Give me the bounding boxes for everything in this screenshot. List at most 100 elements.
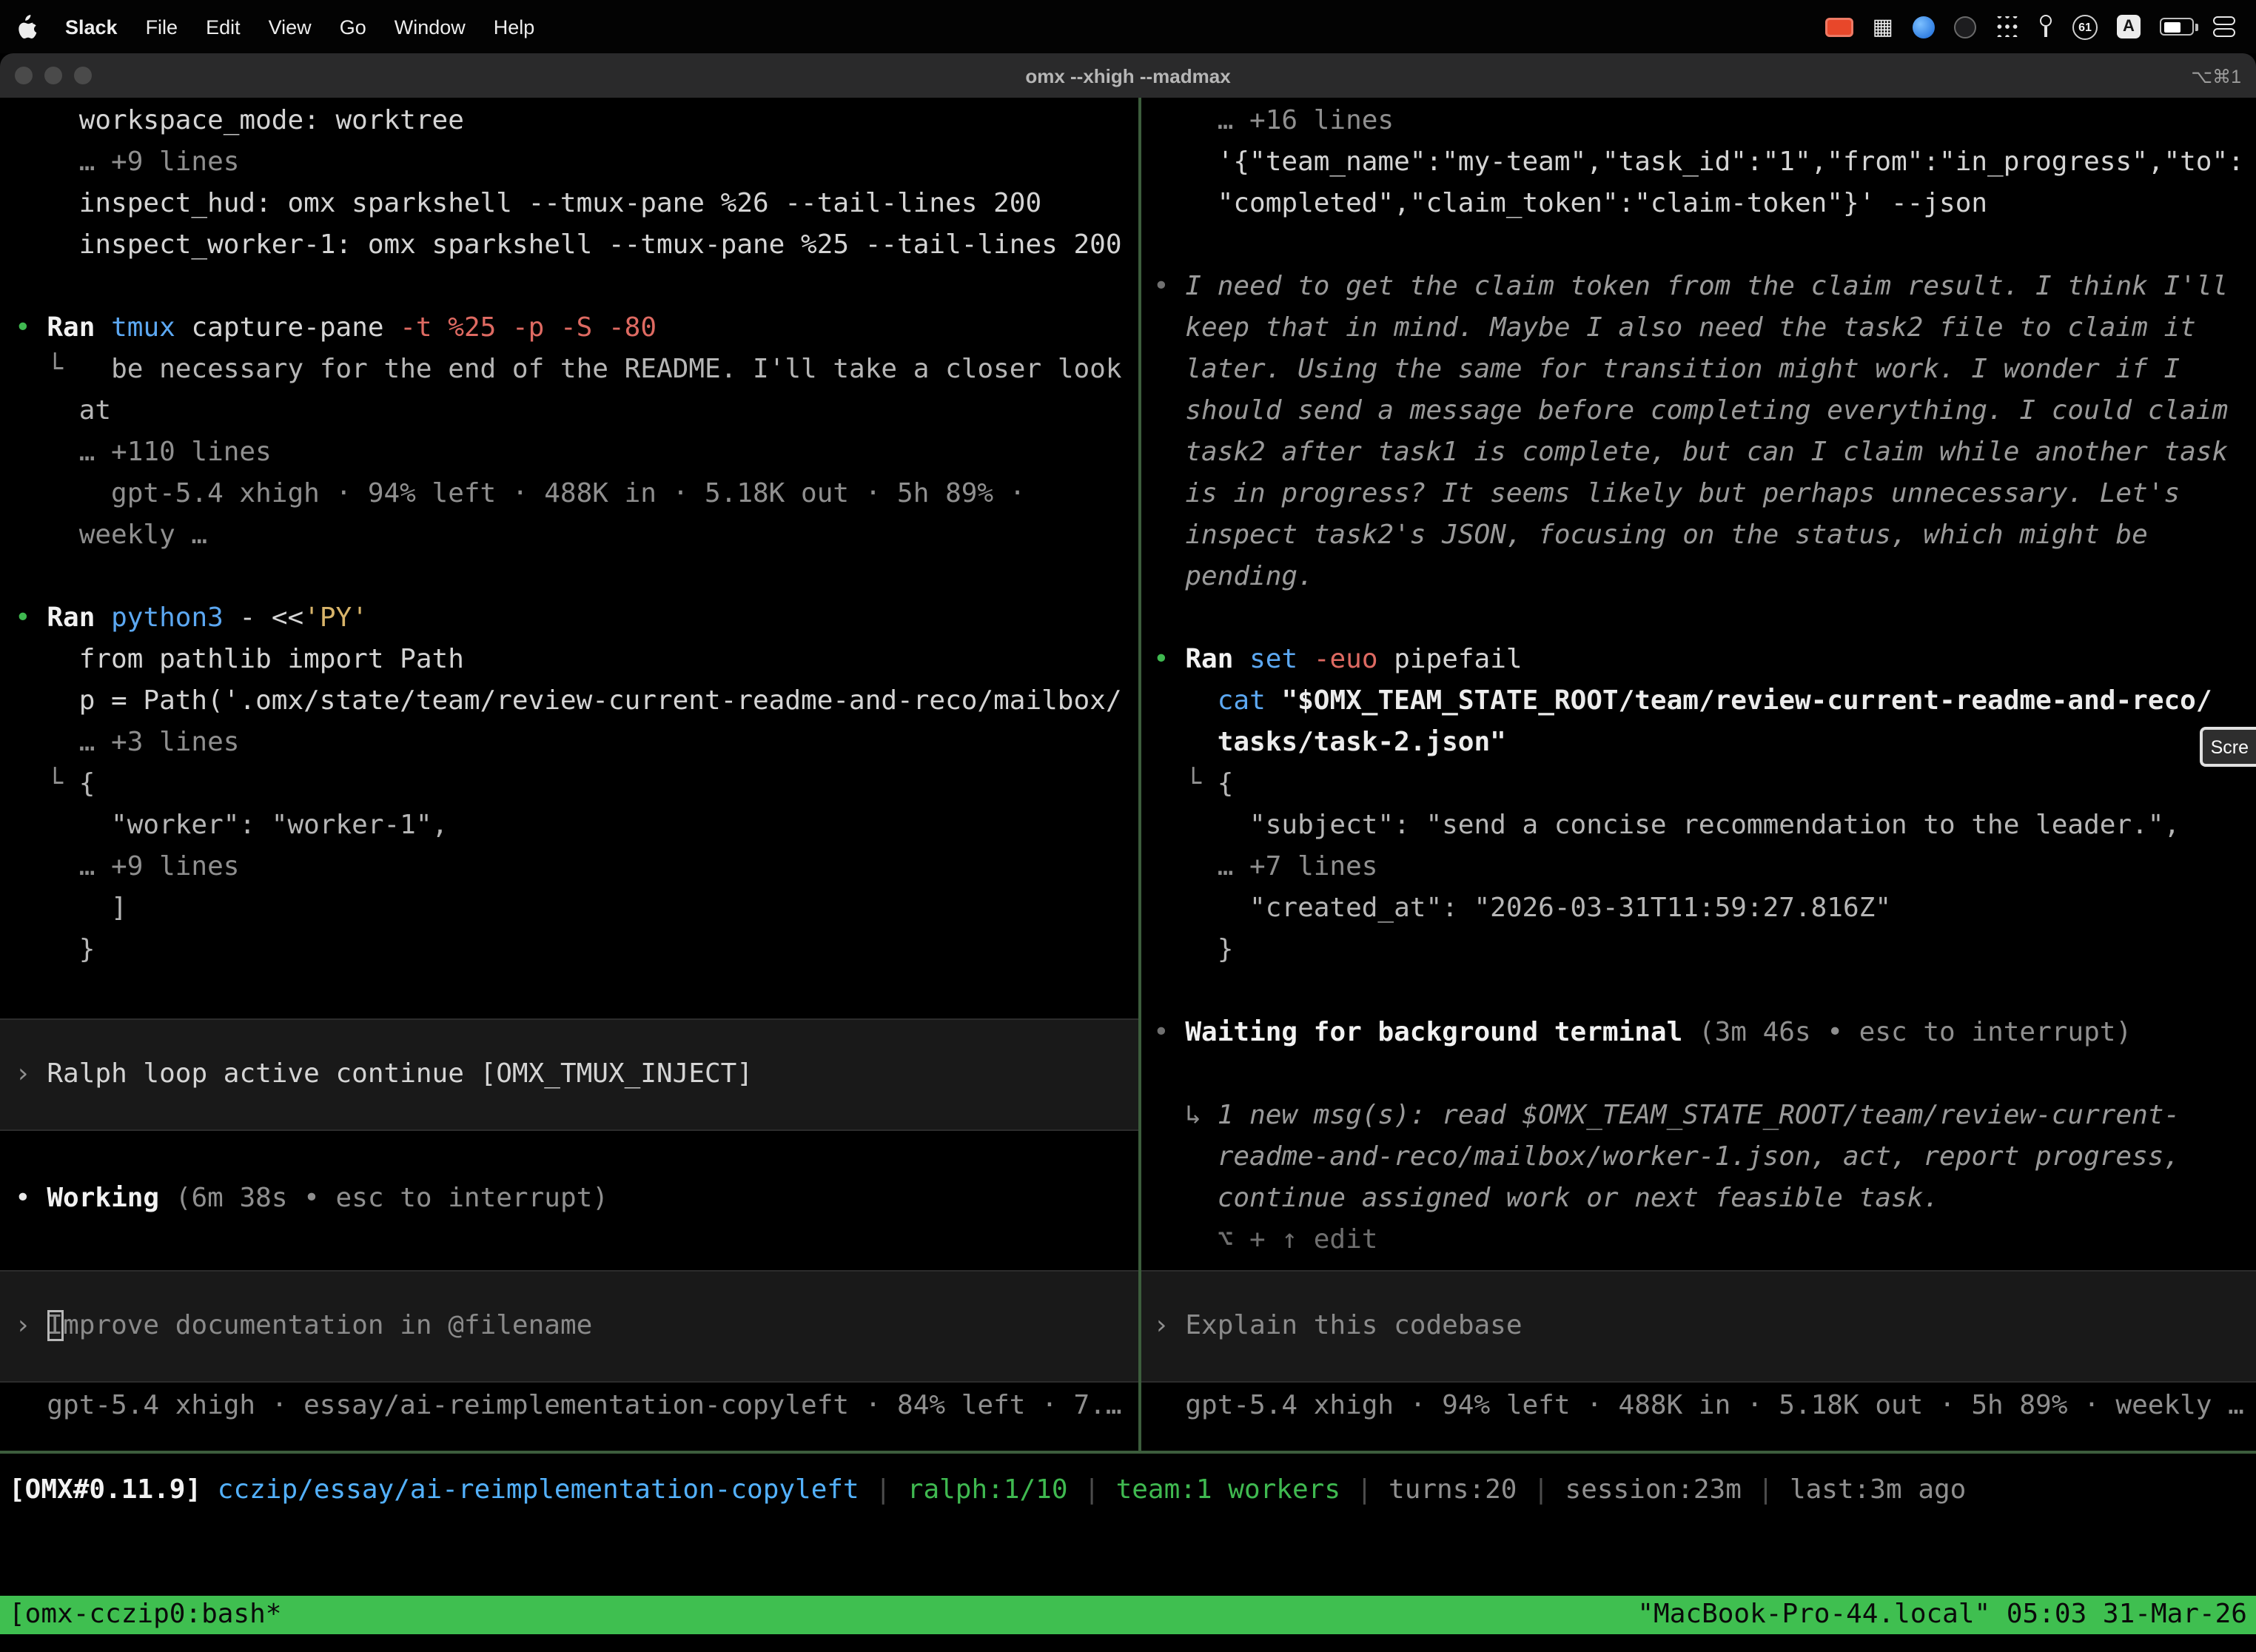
terminal-line: inspect_hud: omx sparkshell --tmux-pane …	[15, 184, 1138, 225]
scrollback-right: … +16 lines '{"team_name":"my-team","tas…	[1141, 101, 2256, 1261]
grid-icon[interactable]: ▦	[1873, 16, 1893, 38]
text-segment: }	[15, 934, 95, 965]
text-segment: Working	[47, 1183, 175, 1214]
text-segment: … +16 lines	[1153, 105, 1394, 136]
text-segment: '{"team_name":"my-team","task_id":"1","f…	[1153, 147, 2244, 178]
menu-item-slack[interactable]: Slack	[65, 16, 118, 38]
text-segment: ↳	[1153, 1100, 1218, 1131]
menu-bar: Slack File Edit View Go Window Help ▦ 61…	[0, 0, 2256, 53]
terminal-line: • Ran tmux capture-pane -t %25 -p -S -80	[15, 308, 1138, 349]
menu-bar-status-icons: ▦ 61 A	[1825, 14, 2235, 39]
menu-item-view[interactable]: View	[269, 16, 312, 38]
inject-banner: › Ralph loop active continue [OMX_TMUX_I…	[0, 1018, 1138, 1131]
key-icon[interactable]	[2038, 15, 2053, 38]
pane-right[interactable]: … +16 lines '{"team_name":"my-team","tas…	[1141, 98, 2256, 1451]
text-segment: inspect_worker-1: omx sparkshell --tmux-…	[15, 229, 1122, 261]
menu-bar-left: Slack File Edit View Go Window Help	[18, 15, 534, 38]
text-segment: |	[1742, 1474, 1790, 1505]
menu-item-window[interactable]: Window	[395, 16, 466, 38]
terminal-line: … +110 lines	[15, 432, 1138, 474]
close-button[interactable]	[15, 67, 33, 84]
input-source-icon[interactable]: A	[2117, 15, 2141, 38]
text-segment: -t %25 -p -S -80	[400, 312, 657, 343]
minimize-button[interactable]	[44, 67, 62, 84]
text-segment: python3	[111, 602, 224, 634]
menu-item-edit[interactable]: Edit	[206, 16, 241, 38]
menu-item-go[interactable]: Go	[340, 16, 366, 38]
terminal-line: • Waiting for background terminal (3m 46…	[1153, 1013, 2256, 1054]
text-segment: ralph:1/10	[907, 1474, 1068, 1505]
text-segment: |	[859, 1474, 907, 1505]
text-segment: |	[1340, 1474, 1389, 1505]
terminal-line: … +16 lines	[1153, 101, 2256, 142]
window-shortcut-hint: ⌥⌘1	[2191, 64, 2241, 87]
text-segment: [OMX#0.11.9]	[9, 1474, 218, 1505]
prompt-suggestion[interactable]: › Explain this codebase	[1141, 1270, 2256, 1383]
text-segment: •	[15, 312, 47, 343]
terminal-line	[1153, 971, 2256, 1013]
prompt-input[interactable]: › Improve documentation in @filename	[0, 1270, 1138, 1383]
dots-grid-icon[interactable]	[1995, 16, 2019, 37]
text-segment: gpt-5.4 xhigh · 94% left · 488K in · 5.1…	[15, 478, 1025, 509]
text-segment: inspect task2's JSON, focusing on the st…	[1153, 520, 2148, 551]
apple-menu[interactable]	[18, 15, 37, 38]
terminal-line: weekly …	[15, 515, 1138, 557]
battery-nub	[2195, 23, 2198, 30]
text-segment: - <<	[224, 602, 303, 634]
terminal-line: ]	[15, 888, 1138, 930]
prompt-input-text: › Improve documentation in @filename	[15, 1306, 592, 1347]
text-segment: I need to get the claim token from the c…	[1185, 271, 2228, 302]
text-segment: Waiting for background terminal	[1185, 1017, 1699, 1048]
terminal-line: from pathlib import Path	[15, 639, 1138, 681]
battery-fill	[2163, 21, 2180, 32]
text-segment: from pathlib import Path	[15, 644, 464, 675]
text-segment: ⌥ + ↑ edit	[1153, 1224, 1377, 1255]
blue-app-icon[interactable]	[1913, 16, 1935, 38]
text-segment: p = Path('.omx/state/team/review-current…	[15, 685, 1122, 716]
text-segment: "subject": "send a concise recommendatio…	[1153, 810, 2180, 841]
dark-app-icon[interactable]	[1954, 16, 1976, 38]
text-segment: be necessary for the end of the README. …	[111, 354, 1121, 385]
text-segment: keep that in mind. Maybe I also need the…	[1153, 312, 2196, 343]
terminal-line: • I need to get the claim token from the…	[1153, 266, 2256, 308]
text-segment: ]	[15, 893, 127, 924]
text-segment: ›	[15, 1310, 47, 1341]
text-segment: task2 after task1 is complete, but can I…	[1153, 437, 2228, 468]
toggle-pill	[2213, 29, 2235, 37]
key-head	[2040, 15, 2052, 27]
terminal-line: '{"team_name":"my-team","task_id":"1","f…	[1153, 142, 2256, 184]
text-segment: gpt-5.4 xhigh · 94% left · 488K in · 5.1…	[1153, 1390, 2244, 1421]
title-bar[interactable]: omx --xhigh --madmax ⌥⌘1	[0, 53, 2256, 98]
text-segment: tmux	[111, 312, 191, 343]
terminal-line: continue assigned work or next feasible …	[1153, 1178, 2256, 1220]
text-segment	[1153, 685, 1218, 716]
terminal-line: "subject": "send a concise recommendatio…	[1153, 805, 2256, 847]
terminal-line: p = Path('.omx/state/team/review-current…	[15, 681, 1138, 722]
text-segment: weekly …	[15, 520, 207, 551]
battery-percent-badge[interactable]: 61	[2072, 14, 2098, 39]
terminal-line: tasks/task-2.json"	[1153, 722, 2256, 764]
text-segment: "$OMX_TEAM_STATE_ROOT/team/review-curren…	[1281, 685, 2212, 716]
text-segment: team:1 workers	[1116, 1474, 1340, 1505]
inject-banner-text: › Ralph loop active continue [OMX_TMUX_I…	[15, 1054, 753, 1095]
zoom-button[interactable]	[74, 67, 92, 84]
traffic-lights	[15, 53, 92, 98]
text-segment: }	[1153, 934, 1233, 965]
menu-item-file[interactable]: File	[146, 16, 178, 38]
text-segment: "created_at": "2026-03-31T11:59:27.816Z"	[1153, 893, 1891, 924]
control-center-icon[interactable]	[2213, 17, 2235, 37]
terminal-line	[1153, 1054, 2256, 1095]
text-segment: readme-and-reco/mailbox/worker-1.json, a…	[1153, 1141, 2180, 1172]
apple-logo	[18, 15, 37, 38]
text-segment: ›	[1153, 1310, 1185, 1341]
pane-left[interactable]: workspace_mode: worktree … +9 lines insp…	[0, 98, 1138, 1451]
screen-recording-icon[interactable]	[1825, 17, 1853, 36]
menu-item-help[interactable]: Help	[494, 16, 535, 38]
working-status: • Working (6m 38s • esc to interrupt)	[0, 1178, 1138, 1220]
battery-icon[interactable]	[2160, 18, 2194, 36]
tmux-session-label: [omx-cczip0:bash*	[9, 1596, 281, 1634]
terminal-line: }	[1153, 930, 2256, 971]
text-segment: mprove documentation in @filename	[63, 1310, 592, 1341]
text-segment: •	[1153, 271, 1185, 302]
text-segment: Ralph loop active continue [OMX_TMUX_INJ…	[47, 1058, 753, 1089]
